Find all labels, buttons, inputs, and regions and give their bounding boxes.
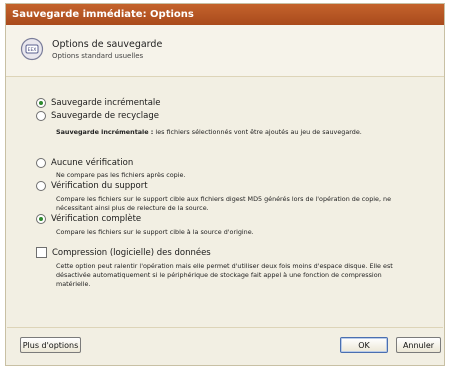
svg-text:EEX: EEX bbox=[28, 47, 37, 53]
radio-button[interactable] bbox=[36, 158, 46, 168]
radio-label: Sauvegarde de recyclage bbox=[51, 111, 159, 121]
more-options-button[interactable]: Plus d'options bbox=[20, 337, 81, 353]
radio-label: Vérification du support bbox=[51, 181, 148, 191]
radio-label: Sauvegarde incrémentale bbox=[51, 98, 161, 108]
radio-label: Vérification complète bbox=[51, 214, 142, 224]
no-verification-description: Ne compare pas les fichiers après copie. bbox=[56, 171, 186, 179]
dialog-footer: Plus d'options OK Annuler bbox=[7, 327, 443, 364]
radio-button[interactable] bbox=[36, 181, 46, 191]
dialog-header: EEX Options de sauvegarde Options standa… bbox=[6, 25, 444, 77]
radio-button[interactable] bbox=[36, 214, 46, 224]
backup-mode-description: Sauvegarde incrémentale : les fichiers s… bbox=[56, 128, 396, 137]
window-title: Sauvegarde immédiate: Options bbox=[12, 9, 194, 20]
checkbox-label: Compression (logicielle) des données bbox=[52, 247, 211, 258]
checkbox-compression[interactable]: Compression (logicielle) des données bbox=[36, 247, 211, 258]
full-verification-description: Compare les fichiers sur le support cibl… bbox=[56, 228, 254, 236]
title-bar: Sauvegarde immédiate: Options bbox=[6, 4, 444, 25]
dialog-window: Sauvegarde immédiate: Options EEX Option… bbox=[5, 3, 445, 366]
checkbox[interactable] bbox=[36, 247, 47, 258]
ok-button[interactable]: OK bbox=[340, 337, 388, 353]
backup-mode-description-text: les fichiers sélectionnés vont être ajou… bbox=[155, 128, 362, 136]
radio-label: Aucune vérification bbox=[51, 158, 134, 168]
header-subtitle: Options standard usuelles bbox=[52, 52, 144, 60]
media-verification-description: Compare les fichiers sur le support cibl… bbox=[56, 195, 392, 212]
options-panel: Sauvegarde incrémentale Sauvegarde de re… bbox=[7, 77, 443, 329]
radio-no-verification[interactable]: Aucune vérification bbox=[36, 158, 133, 168]
radio-button[interactable] bbox=[36, 111, 46, 121]
radio-media-verification[interactable]: Vérification du support bbox=[36, 181, 148, 191]
backup-mode-description-bold: Sauvegarde incrémentale : bbox=[56, 128, 154, 136]
cancel-button[interactable]: Annuler bbox=[396, 337, 441, 353]
radio-full-verification[interactable]: Vérification complète bbox=[36, 214, 141, 224]
radio-recycle-backup[interactable]: Sauvegarde de recyclage bbox=[36, 111, 159, 121]
compression-description: Cette option peut ralentir l'opération m… bbox=[56, 262, 393, 288]
backup-options-icon: EEX bbox=[20, 37, 44, 61]
radio-incremental-backup[interactable]: Sauvegarde incrémentale bbox=[36, 98, 161, 108]
radio-button[interactable] bbox=[36, 98, 46, 108]
header-title: Options de sauvegarde bbox=[52, 39, 163, 50]
